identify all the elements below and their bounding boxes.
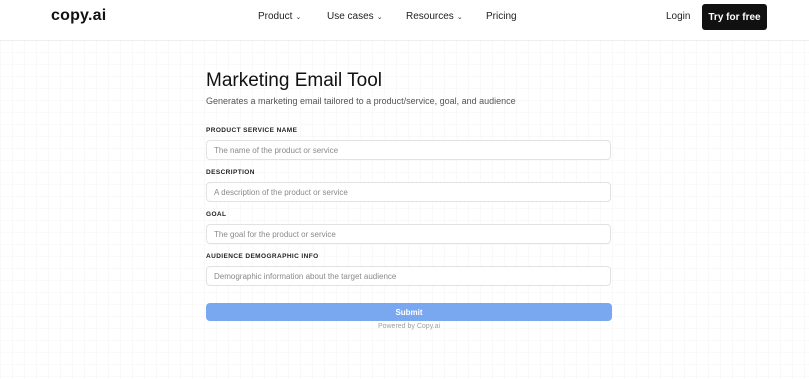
description-label: DESCRIPTION [206, 169, 255, 176]
description-input[interactable] [206, 182, 611, 202]
nav-resources-label: Resources [406, 11, 454, 22]
product-service-name-input[interactable] [206, 140, 611, 160]
page-title: Marketing Email Tool [206, 70, 383, 91]
nav-use-cases-label: Use cases [327, 11, 374, 22]
chevron-down-icon: ⌄ [295, 13, 302, 21]
goal-label: GOAL [206, 211, 227, 218]
top-nav: copy.ai Product ⌄ Use cases ⌄ Resources … [0, 0, 809, 41]
product-service-name-label: PRODUCT SERVICE NAME [206, 127, 298, 134]
nav-resources[interactable]: Resources ⌄ [406, 11, 463, 22]
powered-by-text: Powered by Copy.ai [377, 323, 441, 330]
page-subtitle: Generates a marketing email tailored to … [206, 96, 516, 106]
audience-demographic-info-label: AUDIENCE DEMOGRAPHIC INFO [206, 253, 319, 260]
nav-product-label: Product [258, 11, 293, 22]
nav-product[interactable]: Product ⌄ [258, 11, 301, 22]
audience-demographic-info-input[interactable] [206, 266, 611, 286]
chevron-down-icon: ⌄ [376, 13, 383, 21]
nav-pricing[interactable]: Pricing [486, 11, 517, 22]
login-link[interactable]: Login [666, 11, 690, 22]
try-for-free-button[interactable]: Try for free [702, 4, 767, 30]
nav-use-cases[interactable]: Use cases ⌄ [327, 11, 383, 22]
chevron-down-icon: ⌄ [456, 13, 463, 21]
goal-input[interactable] [206, 224, 611, 244]
submit-button[interactable]: Submit [206, 303, 612, 321]
copyai-logo[interactable]: copy.ai [51, 7, 106, 25]
nav-pricing-label: Pricing [486, 11, 517, 22]
